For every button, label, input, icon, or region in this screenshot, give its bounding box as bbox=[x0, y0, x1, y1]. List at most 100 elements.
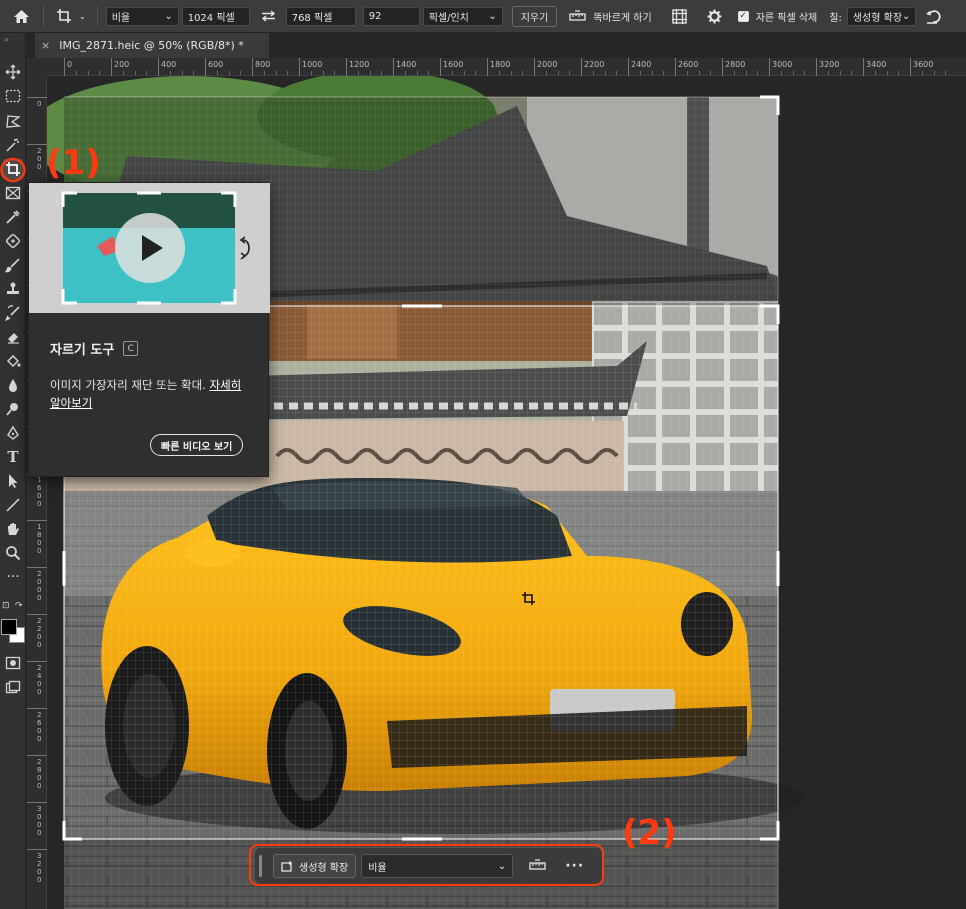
ruler-tick bbox=[722, 58, 723, 76]
object-selection-tool-icon[interactable] bbox=[3, 135, 23, 155]
line-tool-icon[interactable] bbox=[3, 495, 23, 515]
ruler-minor-tick bbox=[475, 71, 477, 75]
more-tools-icon[interactable]: ··· bbox=[3, 567, 23, 587]
context-straighten-icon[interactable] bbox=[529, 858, 546, 874]
drag-handle[interactable] bbox=[259, 855, 262, 877]
path-selection-tool-icon[interactable] bbox=[3, 471, 23, 491]
ruler-minor-tick bbox=[733, 71, 735, 75]
delete-cropped-checkbox[interactable]: ✓ bbox=[737, 10, 749, 22]
ruler-tick bbox=[111, 58, 112, 76]
ruler-tick bbox=[27, 614, 47, 615]
ruler-tick bbox=[440, 58, 441, 76]
eraser-tool-icon[interactable] bbox=[3, 327, 23, 347]
ruler-minor-tick bbox=[757, 71, 759, 75]
swap-dimensions-icon[interactable] bbox=[261, 5, 277, 27]
screen-mode-icon[interactable] bbox=[3, 677, 23, 697]
ruler-minor-tick bbox=[416, 71, 418, 75]
chevron-down-icon: ⌄ bbox=[488, 10, 497, 22]
dodge-tool-icon[interactable] bbox=[3, 399, 23, 419]
ruler-tick bbox=[27, 708, 47, 709]
ruler-minor-tick bbox=[240, 71, 242, 75]
horizontal-ruler[interactable]: 0 200 400 600 800 1000 1200 1400 1600 1800 2000 220… bbox=[47, 58, 966, 76]
eyedropper-tool-icon[interactable] bbox=[3, 207, 23, 227]
lasso-tool-icon[interactable] bbox=[3, 111, 23, 131]
fill-select[interactable]: 생성형 확장 ⌄ bbox=[846, 6, 916, 26]
ruler-minor-tick bbox=[99, 71, 101, 75]
tools-panel: » T ··· ⊡ ↷ bbox=[0, 33, 26, 909]
type-tool-icon[interactable]: T bbox=[3, 447, 23, 467]
ruler-tick-label: 3000 bbox=[772, 60, 793, 69]
ruler-minor-tick bbox=[557, 71, 559, 75]
blur-tool-icon[interactable] bbox=[3, 375, 23, 395]
document-tab[interactable]: × IMG_2871.heic @ 50% (RGB/8*) * bbox=[35, 33, 269, 58]
tooltip-video-preview[interactable] bbox=[29, 183, 270, 313]
resolution-unit-select[interactable]: 픽셀/인치 ⌄ bbox=[422, 6, 503, 26]
move-tool-icon[interactable] bbox=[3, 62, 23, 82]
resolution-input[interactable]: 92 bbox=[362, 6, 420, 26]
ruler-minor-tick bbox=[216, 71, 218, 75]
fill-label: 칠: bbox=[829, 12, 842, 24]
collapse-panel-icon[interactable]: » bbox=[4, 35, 9, 44]
crop-width-input[interactable]: 1024 픽셀 bbox=[181, 6, 250, 26]
straighten-icon[interactable] bbox=[569, 5, 586, 27]
ruler-minor-tick bbox=[616, 71, 618, 75]
marquee-tool-icon[interactable] bbox=[3, 86, 23, 106]
stamp-tool-icon[interactable] bbox=[3, 279, 23, 299]
hand-tool-icon[interactable] bbox=[3, 519, 23, 539]
ruler-minor-tick bbox=[122, 71, 124, 75]
ruler-minor-tick bbox=[569, 71, 571, 75]
ruler-minor-tick bbox=[193, 71, 195, 75]
play-button[interactable] bbox=[115, 213, 185, 283]
reset-icon[interactable] bbox=[925, 5, 942, 27]
clear-button[interactable]: 지우기 bbox=[511, 5, 558, 27]
close-icon[interactable]: × bbox=[41, 39, 50, 52]
quick-mask-icon[interactable] bbox=[3, 653, 23, 673]
foreground-color-swatch[interactable] bbox=[1, 619, 17, 635]
photoshop-window: ⌄ 비율 ⌄ 1024 픽셀 768 픽셀 92 픽셀/인치 ⌄ 지우기 똑바르… bbox=[0, 0, 966, 909]
ruler-tick-label: 3000 bbox=[37, 805, 42, 837]
ruler-minor-tick bbox=[827, 71, 829, 75]
ruler-minor-tick bbox=[263, 71, 265, 75]
ruler-tick-label: 1600 bbox=[37, 476, 42, 508]
swap-colors-icon[interactable]: ↷ bbox=[15, 601, 23, 611]
ruler-minor-tick bbox=[75, 71, 77, 75]
paint-bucket-tool-icon[interactable] bbox=[3, 351, 23, 371]
ruler-tick-label: 2200 bbox=[584, 60, 605, 69]
pen-tool-icon[interactable] bbox=[3, 423, 23, 443]
ratio-select-value: 비율 bbox=[111, 12, 131, 24]
gear-icon[interactable] bbox=[707, 5, 722, 27]
play-icon bbox=[142, 235, 163, 261]
ruler-minor-tick bbox=[463, 71, 465, 75]
ruler-minor-tick bbox=[381, 71, 383, 75]
ratio-select[interactable]: 비율 ⌄ bbox=[105, 6, 179, 26]
tooltip-description: 이미지 가장자리 재단 또는 확대. bbox=[50, 378, 206, 392]
ruler-tick bbox=[863, 58, 864, 76]
annotation-marker-2: (2) bbox=[622, 813, 677, 853]
frame-tool-icon[interactable] bbox=[3, 183, 23, 203]
context-ratio-select[interactable]: 비율 ⌄ bbox=[361, 854, 514, 878]
ruler-tick-label: 800 bbox=[255, 60, 271, 69]
quick-video-button[interactable]: 빠른 비디오 보기 bbox=[150, 434, 244, 456]
home-icon[interactable] bbox=[11, 5, 31, 27]
ruler-minor-tick bbox=[87, 71, 89, 75]
ruler-minor-tick bbox=[745, 71, 747, 75]
history-brush-tool-icon[interactable] bbox=[3, 303, 23, 323]
more-options-icon[interactable]: ··· bbox=[565, 858, 584, 874]
overlay-grid-icon[interactable] bbox=[671, 5, 688, 27]
brush-tool-icon[interactable] bbox=[3, 255, 23, 275]
ruler-tick-label: 2800 bbox=[725, 60, 746, 69]
generative-expand-button[interactable]: 생성형 확장 bbox=[273, 854, 357, 878]
straighten-label[interactable]: 똑바르게 하기 bbox=[593, 9, 651, 24]
crop-tool-preset-icon[interactable]: ⌄ bbox=[56, 5, 86, 27]
ruler-minor-tick bbox=[451, 71, 453, 75]
ruler-minor-tick bbox=[287, 71, 289, 75]
default-colors-icon[interactable]: ⊡ bbox=[2, 601, 10, 611]
generative-expand-icon bbox=[281, 860, 293, 872]
healing-brush-tool-icon[interactable] bbox=[3, 231, 23, 251]
zoom-tool-icon[interactable] bbox=[3, 543, 23, 563]
ruler-tick-label: 1200 bbox=[349, 60, 370, 69]
ruler-minor-tick bbox=[369, 71, 371, 75]
ruler-tick-label: 2400 bbox=[37, 664, 42, 696]
ruler-tick bbox=[27, 144, 47, 145]
crop-height-input[interactable]: 768 픽셀 bbox=[285, 6, 356, 26]
